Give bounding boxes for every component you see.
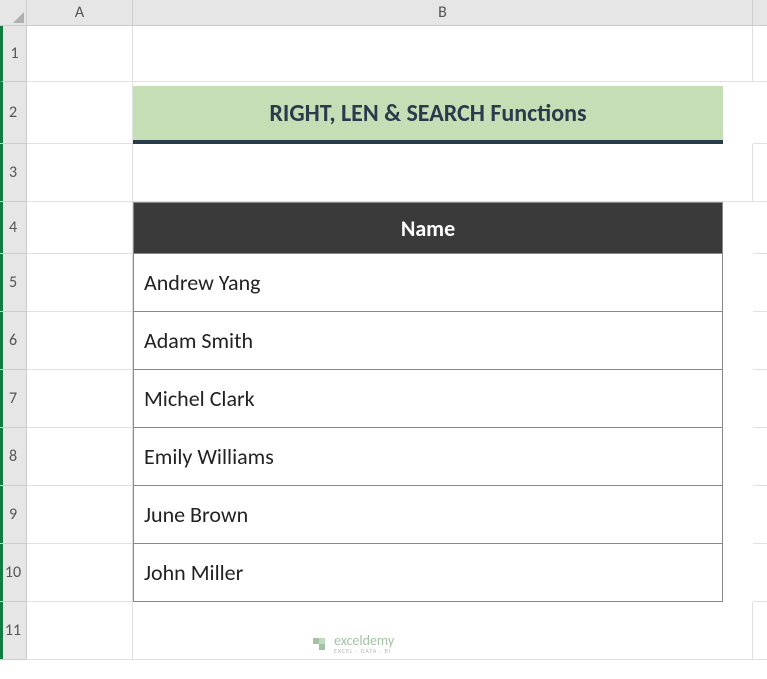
- cell-a4[interactable]: [27, 202, 133, 254]
- column-header-c-partial: [753, 0, 767, 26]
- row-header-9[interactable]: 9: [0, 486, 27, 544]
- cell-c11: [753, 602, 767, 660]
- cell-c4: [753, 202, 767, 254]
- row-header-7[interactable]: 7: [0, 370, 27, 428]
- column-header-b[interactable]: B: [133, 0, 753, 26]
- watermark-text: exceldemy EXCEL · DATA · BI: [334, 634, 394, 654]
- table-row[interactable]: Adam Smith: [133, 312, 723, 370]
- cell-a5[interactable]: [27, 254, 133, 312]
- cell-c10: [753, 544, 767, 602]
- row-header-8[interactable]: 8: [0, 428, 27, 486]
- column-header-a[interactable]: A: [27, 0, 133, 26]
- watermark-brand: exceldemy: [334, 634, 394, 648]
- table-header-name[interactable]: Name: [133, 202, 723, 254]
- exceldemy-logo-icon: [310, 635, 328, 653]
- cell-c8: [753, 428, 767, 486]
- cell-a1[interactable]: [27, 26, 133, 82]
- cell-a8[interactable]: [27, 428, 133, 486]
- row-header-11[interactable]: 11: [0, 602, 27, 660]
- cell-a9[interactable]: [27, 486, 133, 544]
- row-header-3[interactable]: 3: [0, 144, 27, 202]
- cell-a6[interactable]: [27, 312, 133, 370]
- cell-a11[interactable]: [27, 602, 133, 660]
- row-header-6[interactable]: 6: [0, 312, 27, 370]
- cell-c6: [753, 312, 767, 370]
- table-row[interactable]: June Brown: [133, 486, 723, 544]
- watermark-tagline: EXCEL · DATA · BI: [334, 648, 394, 654]
- table-row[interactable]: Michel Clark: [133, 370, 723, 428]
- title-cell[interactable]: RIGHT, LEN & SEARCH Functions: [133, 86, 723, 144]
- cell-c9: [753, 486, 767, 544]
- cell-c1: [753, 26, 767, 82]
- row-header-5[interactable]: 5: [0, 254, 27, 312]
- select-all-corner[interactable]: [0, 0, 27, 26]
- watermark: exceldemy EXCEL · DATA · BI: [310, 634, 394, 654]
- row-header-1[interactable]: 1: [0, 26, 27, 82]
- table-row[interactable]: Andrew Yang: [133, 254, 723, 312]
- cell-c7: [753, 370, 767, 428]
- cell-c2: [753, 82, 767, 144]
- cell-b3[interactable]: [133, 144, 753, 202]
- row-header-10[interactable]: 10: [0, 544, 27, 602]
- cell-a10[interactable]: [27, 544, 133, 602]
- cell-b1[interactable]: [133, 26, 753, 82]
- cell-c5: [753, 254, 767, 312]
- cell-a3[interactable]: [27, 144, 133, 202]
- row-header-2[interactable]: 2: [0, 82, 27, 144]
- table-row[interactable]: Emily Williams: [133, 428, 723, 486]
- row-header-4[interactable]: 4: [0, 202, 27, 254]
- cell-a7[interactable]: [27, 370, 133, 428]
- cell-c3: [753, 144, 767, 202]
- table-row[interactable]: John Miller: [133, 544, 723, 602]
- spreadsheet-grid: A B 1 2 RIGHT, LEN & SEARCH Functions 3 …: [0, 0, 767, 660]
- cell-a2[interactable]: [27, 82, 133, 144]
- cell-b11[interactable]: [133, 602, 753, 660]
